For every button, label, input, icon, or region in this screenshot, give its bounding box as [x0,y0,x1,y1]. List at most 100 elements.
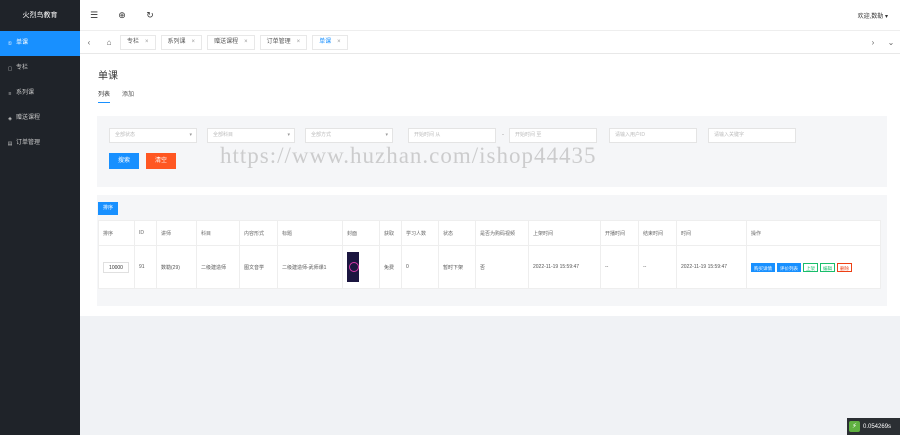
column-header: 学习人数 [401,220,439,246]
column-header: 结束时间 [638,220,677,246]
status-select[interactable]: 全部状态 ▾ [109,128,197,143]
debug-timer: ⚡ 0.054269s [847,418,900,435]
column-header: 讲师 [156,220,197,246]
menu-icon[interactable]: ☰ [80,10,108,21]
course-cover-image [347,252,359,282]
column-header: 科目 [196,220,240,246]
sidebar-item-single-course[interactable]: ① 单课 [0,31,80,56]
delete-button[interactable]: 删除 [837,262,852,272]
column-header: 标题 [277,220,343,246]
select-placeholder: 全部方式 [311,132,332,138]
review-list-button[interactable]: 评价列表 [777,262,801,272]
close-icon[interactable]: × [244,35,248,50]
publish-button[interactable]: 上架 [803,262,818,272]
column-header: 开播时间 [600,220,639,246]
sidebar-item-series[interactable]: ≡ 系列课 [0,81,80,106]
select-placeholder: 全部科目 [213,132,234,138]
cell-learners: 0 [401,245,439,289]
close-icon[interactable]: × [145,35,149,50]
tab-label: 系列课 [167,38,186,45]
chevron-down-icon: ▾ [189,132,192,138]
cell-cover [342,245,380,289]
table-row: 10000 91 数勒(29) 二级建造师 图文音学 二级建造师-武师课1 免费… [98,245,881,289]
sidebar-item-orders[interactable]: ▤ 订单管理 [0,131,80,156]
column-header: ID [134,220,157,246]
brand-logo: 火烈鸟教育 [22,12,58,19]
globe-icon[interactable]: ⊕ [108,10,136,21]
sidebar-item-column[interactable]: ▢ 专栏 [0,56,80,81]
refresh-icon[interactable]: ↻ [136,10,164,21]
chevron-down-icon: ▾ [385,132,388,138]
watermark-text: https://www.huzhan.com/ishop44435 [220,143,597,168]
subtab-list[interactable]: 列表 [98,89,111,103]
cell-content-form: 图文音学 [239,245,278,289]
column-header: 排序 [98,220,135,246]
sidebar: 火烈鸟教育 ① 单课 ▢ 专栏 ≡ 系列课 ◈ 赠送课程 ▤ 订单管理 [0,0,80,435]
user-menu[interactable]: 欢迎,数勒 ▾ [858,11,888,20]
tab-gift-course[interactable]: 赠送课程 × [207,34,255,50]
chevron-down-icon[interactable]: ⌄ [882,38,900,47]
column-header: 操作 [746,220,881,246]
tab-bar: ‹ ⌂ 专栏 × 系列课 × 赠送课程 × 订单管理 × 单课 × › ⌄ [80,31,900,54]
cell-end-time: -- [638,245,677,289]
cell-status: 暂时下架 [438,245,476,289]
cell-start-time: -- [600,245,639,289]
tab-series[interactable]: 系列课 × [160,34,203,50]
sidebar-item-label: 系列课 [16,90,35,96]
timer-value: 0.054269s [863,423,892,430]
page-title: 单课 [98,71,118,82]
tab-prev-icon[interactable]: ‹ [80,38,98,47]
range-separator: - [502,132,504,138]
column-header: 时间 [676,220,747,246]
column-header: 内容形式 [239,220,278,246]
column-header: 上架时间 [528,220,601,246]
tab-next-icon[interactable]: › [864,38,882,47]
cell-teacher: 数勒(29) [156,245,197,289]
start-time-from-input[interactable]: 开始时间 从 [408,128,496,143]
cell-time: 2022-11-19 15:59:47 [676,245,747,289]
tab-label: 单课 [319,38,332,45]
tab-column[interactable]: 专栏 × [120,34,156,50]
sidebar-item-label: 专栏 [16,65,29,71]
series-icon: ≡ [8,90,12,97]
circle-icon: ① [7,40,13,47]
close-icon[interactable]: × [297,35,301,50]
search-button[interactable]: 搜索 [109,153,139,169]
start-time-to-input[interactable]: 开始时间 至 [509,128,597,143]
subject-select[interactable]: 全部科目 ▾ [207,128,295,143]
tab-orders[interactable]: 订单管理 × [259,34,308,50]
keyword-input[interactable]: 请输入关键字 [708,128,796,143]
close-icon[interactable]: × [192,35,196,50]
order-icon: ▤ [7,140,13,147]
sort-order-input[interactable]: 10000 [103,261,129,273]
cell-subject: 二级建造师 [196,245,240,289]
action-buttons: 购买详情 评价列表 上架 编辑 删除 [751,262,867,272]
topbar: ☰ ⊕ ↻ 欢迎,数勒 ▾ [80,0,900,31]
main-content: 单课 列表 添加 全部状态 ▾ 全部科目 ▾ 全部方式 ▾ 开始时间 从 - 开… [80,54,900,316]
cell-title: 二级建造师-武师课1 [277,245,343,289]
sidebar-item-gift-course[interactable]: ◈ 赠送课程 [0,106,80,131]
close-icon[interactable]: × [337,35,341,50]
sort-button[interactable]: 排序 [98,202,118,215]
cell-actions: 购买详情 评价列表 上架 编辑 删除 [746,245,881,289]
tab-label: 赠送课程 [214,38,239,45]
table-panel: 排序 排序 ID 讲师 科目 内容形式 标题 封面 获取 学习人数 状态 是否为… [97,195,887,306]
select-placeholder: 全部状态 [115,132,136,138]
table-header-row: 排序 ID 讲师 科目 内容形式 标题 封面 获取 学习人数 状态 是否为购码视… [98,220,881,246]
subtabs: 列表 添加 [98,89,134,103]
chevron-down-icon: ▾ [287,132,290,138]
edit-button[interactable]: 编辑 [820,262,835,272]
home-icon[interactable]: ⌂ [98,38,120,47]
clear-button[interactable]: 清空 [146,153,176,169]
course-table: 排序 ID 讲师 科目 内容形式 标题 封面 获取 学习人数 状态 是否为购码视… [98,220,881,289]
user-id-input[interactable]: 请输入用户ID [609,128,697,143]
column-header: 是否为购码视频 [475,220,529,246]
gift-icon: ◈ [8,115,12,122]
cell-is-code-video: 否 [475,245,529,289]
purchase-detail-button[interactable]: 购买详情 [751,262,775,272]
cell-listed-time: 2022-11-19 15:59:47 [528,245,601,289]
column-header: 封面 [342,220,380,246]
subtab-add[interactable]: 添加 [122,89,134,103]
form-select[interactable]: 全部方式 ▾ [305,128,393,143]
tab-single-course[interactable]: 单课 × [312,34,348,50]
